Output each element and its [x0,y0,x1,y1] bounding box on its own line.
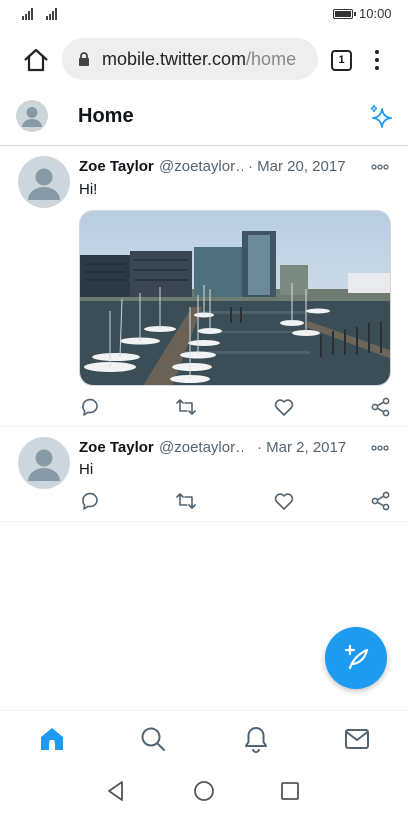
back-icon[interactable] [105,780,127,802]
tweet[interactable]: Zoe Taylor @zoetaylor… · Mar 2, 2017 Hi [0,428,408,522]
url-path: /home [246,49,297,69]
profile-avatar[interactable] [16,100,48,132]
address-bar[interactable]: mobile.twitter.com/home [62,38,318,80]
retweet-icon[interactable] [175,396,197,418]
tweet-text: Hi! [79,181,98,198]
harbor-photo [80,211,390,385]
compose-tweet-button[interactable] [325,627,387,689]
signal-strength-icon-2 [46,7,57,20]
page-header: Home [0,90,408,146]
page-title: Home [78,105,134,127]
browser-toolbar: mobile.twitter.com/home 1 [0,32,408,88]
share-icon[interactable] [370,396,392,418]
tweet-date[interactable]: · Mar 2, 2017 [257,439,346,456]
search-icon[interactable] [139,725,167,753]
system-navigation [0,766,408,816]
tweet-actions [0,490,408,512]
more-options-icon[interactable] [371,163,389,171]
url-text: mobile.twitter.com/home [102,49,296,70]
tweet-text: Hi [79,461,94,478]
bottom-navigation [0,710,408,766]
compose-feather-icon [344,644,369,670]
battery-icon [333,9,356,19]
browser-menu-icon[interactable] [370,48,384,72]
tweet-avatar[interactable] [18,156,70,208]
tweet-actions [0,396,408,418]
lock-icon [79,52,89,66]
like-icon[interactable] [273,490,295,512]
tweet-author-handle[interactable]: @zoetaylor… [159,439,243,456]
tweet-date[interactable]: · Mar 20, 2017 [248,158,346,175]
tweet-author-handle[interactable]: @zoetaylor… [159,158,243,175]
tweet-image[interactable] [79,210,391,386]
sparkle-icon[interactable] [368,104,394,130]
reply-icon[interactable] [79,490,101,512]
signal-strength-icon [22,7,33,20]
notifications-icon[interactable] [242,725,270,753]
recent-apps-icon[interactable] [279,780,301,802]
browser-home-icon[interactable] [22,47,50,73]
share-icon[interactable] [370,490,392,512]
like-icon[interactable] [273,396,295,418]
tweet-author-name[interactable]: Zoe Taylor [79,439,154,456]
messages-icon[interactable] [343,725,371,753]
tweet[interactable]: Zoe Taylor @zoetaylor… · Mar 20, 2017 Hi… [0,147,408,427]
home-circle-icon[interactable] [193,780,215,802]
tab-switcher-button[interactable]: 1 [331,50,352,71]
tweet-avatar[interactable] [18,437,70,489]
status-time: 10:00 [359,6,392,21]
reply-icon[interactable] [79,396,101,418]
retweet-icon[interactable] [175,490,197,512]
more-options-icon[interactable] [371,444,389,452]
url-host: mobile.twitter.com [102,49,247,69]
home-icon[interactable] [38,725,66,753]
tweet-author-name[interactable]: Zoe Taylor [79,158,154,175]
status-bar: 10:00 [0,0,408,28]
